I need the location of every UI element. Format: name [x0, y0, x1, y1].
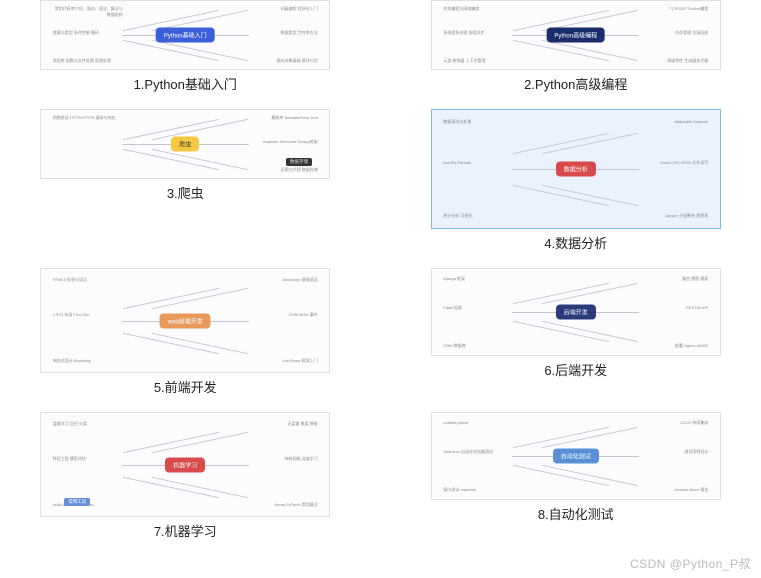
branch-text: 响应式设计 Bootstrap: [53, 358, 91, 364]
watermark: CSDN @Python_P叔: [630, 555, 751, 572]
thumbnail-caption: 5.前端开发: [154, 377, 217, 396]
connector-line: [542, 185, 638, 206]
thumbnail-cell-1[interactable]: 常用代码库介绍、面向、语法、算法与数据结构变量与类型 条件控制 循环常用库 函数…: [20, 0, 351, 93]
branch-text: Keras PyTorch 常用算法: [275, 502, 318, 508]
thumbnail-cell-6[interactable]: Django 框架 Flask 轻量 ORM 数据库 路由 视图 模板 RESTful …: [411, 268, 742, 396]
connector-line: [542, 40, 638, 61]
branch-text: 内存管理 垃圾回收: [675, 30, 708, 36]
connector-line: [123, 432, 219, 453]
branch-text: 部署 Nginx uWSGI: [675, 343, 708, 349]
branch-text: 数据清洗与处理: [443, 119, 471, 125]
branch-text: 网络协议 HTTP/HTTPS 请求与响应: [53, 115, 116, 121]
branch-text: 元类 装饰器 上下文管理: [443, 58, 485, 64]
branch-text: Django 框架: [443, 276, 465, 282]
branch-text: Jupyter 分组聚合 透视表: [665, 213, 708, 219]
mindmap-root-node: Python基础入门: [156, 28, 215, 43]
thumbnail-cell-4[interactable]: 数据清洗与处理 NumPy Pandas 统计分析 可视化 Matplotlib Se…: [411, 109, 742, 252]
mindmap-root-node: 爬虫: [171, 137, 199, 152]
branch-text: Flask 轻量: [443, 305, 462, 311]
mindmap-thumbnail[interactable]: 监督学习 回归 分类特征工程 模型评估scikit-learn TensorFl…: [40, 412, 330, 517]
thumbnail-caption: 2.Python高级编程: [524, 74, 627, 93]
branch-text: 高级特性 生成器迭代器: [667, 58, 708, 64]
thumbnail-cell-5[interactable]: HTML5 标签与语义 CSS3 布局 Flex Grid 响应式设计 Bootst…: [20, 268, 351, 396]
branch-text: Vue React 框架入门: [282, 358, 318, 364]
connector-line: [123, 119, 219, 140]
branch-text: CI/CD 持续集成: [680, 420, 708, 426]
connector-line: [152, 477, 248, 498]
mindmap-root-node: 自动化测试: [553, 449, 599, 464]
branch-text: Excel CSV JSON 文件读写: [660, 160, 708, 166]
thumbnail-caption: 4.数据分析: [544, 233, 607, 252]
connector-line: [152, 149, 248, 170]
branch-text: 初级编程 程序化入门: [281, 6, 318, 12]
connector-line: [513, 283, 609, 304]
branch-text: 测试用例设计: [684, 449, 708, 455]
branch-text: 多线程多进程 协程异步: [443, 30, 484, 36]
thumbnail-cell-2[interactable]: 并发编程与网络编程多线程多进程 协程异步元类 装饰器 上下文管理 TCP/UDP …: [411, 0, 742, 93]
branch-text: 并发编程与网络编程: [443, 6, 479, 12]
branch-text: JavaScript 基础语法: [282, 277, 318, 283]
thumbnail-cell-8[interactable]: unittest pytest Selenium 自动化浏览器测试接口测试 req…: [411, 412, 742, 540]
branch-text: 监督学习 回归 分类: [53, 421, 87, 427]
branch-text: 统计分析 可视化: [443, 213, 472, 219]
thumbnail-grid: 常用代码库介绍、面向、语法、算法与数据结构变量与类型 条件控制 循环常用库 函数…: [0, 0, 761, 540]
branch-text: DOM BOM 事件: [289, 312, 318, 318]
branch-text: 解析库 BeautifulSoup lxml: [271, 115, 317, 121]
mindmap-thumbnail[interactable]: Django 框架 Flask 轻量 ORM 数据库 路由 视图 模板 RESTful …: [431, 268, 721, 356]
branch-text: CSS3 布局 Flex Grid: [53, 312, 90, 318]
branch-text: 面向对象基础 模块与包: [277, 58, 318, 64]
branch-text: Selenium 自动化浏览器测试: [443, 449, 493, 455]
mindmap-thumbnail[interactable]: HTML5 标签与语义 CSS3 布局 Flex Grid 响应式设计 Bootst…: [40, 268, 330, 373]
mindmap-root-node: 数据分析: [556, 162, 596, 177]
connector-line: [542, 321, 638, 342]
mindmap-thumbnail[interactable]: 网络协议 HTTP/HTTPS 请求与响应 解析库 BeautifulSoup l…: [40, 109, 330, 179]
thumbnail-caption: 7.机器学习: [154, 521, 217, 540]
branch-text: ORM 数据库: [443, 343, 465, 349]
branch-text: NumPy Pandas: [443, 160, 471, 166]
mindmap-thumbnail[interactable]: 数据清洗与处理 NumPy Pandas 统计分析 可视化 Matplotlib Se…: [431, 109, 721, 229]
branch-text: 接口测试 requests: [443, 487, 475, 493]
thumbnail-caption: 6.后端开发: [544, 360, 607, 379]
branch-text: 无监督 聚类 降维: [288, 421, 318, 427]
connector-line: [542, 465, 638, 486]
thumbnail-caption: 8.自动化测试: [538, 504, 614, 523]
mindmap-root-node: Python高级编程: [546, 28, 605, 43]
branch-text: 路由 视图 模板: [682, 276, 708, 282]
thumbnail-cell-7[interactable]: 监督学习 回归 分类特征工程 模型评估scikit-learn TensorFl…: [20, 412, 351, 540]
branch-text: 神经网络 深度学习: [285, 456, 318, 462]
connector-line: [123, 288, 219, 309]
branch-text: HTML5 标签与语义: [53, 277, 87, 283]
mindmap-root-node: 机器学习: [165, 457, 205, 472]
mindmap-root-node: 后端开发: [556, 305, 596, 320]
branch-text: RESTful API: [686, 305, 708, 311]
thumbnail-cell-3[interactable]: 网络协议 HTTP/HTTPS 请求与响应 解析库 BeautifulSoup l…: [20, 109, 351, 252]
branch-text: Jenkins Allure 报告: [674, 487, 708, 493]
branch-text: requests Selenium Scrapy框架: [263, 139, 318, 145]
connector-line: [151, 144, 249, 145]
mindmap-thumbnail[interactable]: unittest pytest Selenium 自动化浏览器测试接口测试 req…: [431, 412, 721, 500]
branch-text: TCP/UDP Socket编程: [669, 6, 708, 12]
branch-text: 变量与类型 条件控制 循环: [53, 30, 99, 36]
branch-text: 反爬与代理 数据存储: [281, 167, 318, 173]
mindmap-thumbnail[interactable]: 并发编程与网络编程多线程多进程 协程异步元类 装饰器 上下文管理 TCP/UDP …: [431, 0, 721, 70]
connector-line: [513, 427, 609, 448]
branch-text: 常用代码库介绍、面向、语法、算法与数据结构: [53, 6, 123, 17]
thumbnail-caption: 1.Python基础入门: [134, 74, 237, 93]
branch-text: 常用库 函数与文件处理 异常处理: [53, 58, 111, 64]
mindmap-root-node: web前端开发: [160, 313, 211, 328]
branch-text: unittest pytest: [443, 420, 468, 426]
sub-node: 数据存储: [286, 158, 312, 166]
connector-line: [152, 333, 248, 354]
mindmap-thumbnail[interactable]: 常用代码库介绍、面向、语法、算法与数据结构变量与类型 条件控制 循环常用库 函数…: [40, 0, 330, 70]
branch-text: 特征工程 模型评估: [53, 456, 86, 462]
branch-text: Matplotlib Seaborn: [675, 119, 708, 125]
sub-node: 常用工具: [64, 498, 90, 506]
branch-text: 数据类型 字符串方法: [281, 30, 318, 36]
thumbnail-caption: 3.爬虫: [167, 183, 204, 202]
connector-line: [513, 133, 609, 154]
connector-line: [152, 40, 248, 61]
